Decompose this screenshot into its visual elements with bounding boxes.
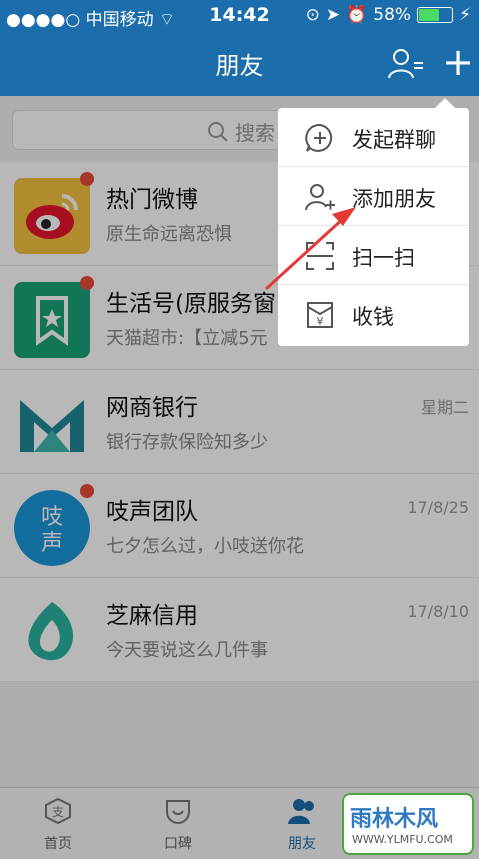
watermark-url: WWW.YLMFU.COM — [352, 833, 453, 846]
watermark-text: 雨林木风 — [350, 807, 439, 832]
annotation-arrow — [264, 207, 356, 291]
watermark-logo: 雨林木风 WWW.YLMFU.COM — [342, 793, 474, 855]
